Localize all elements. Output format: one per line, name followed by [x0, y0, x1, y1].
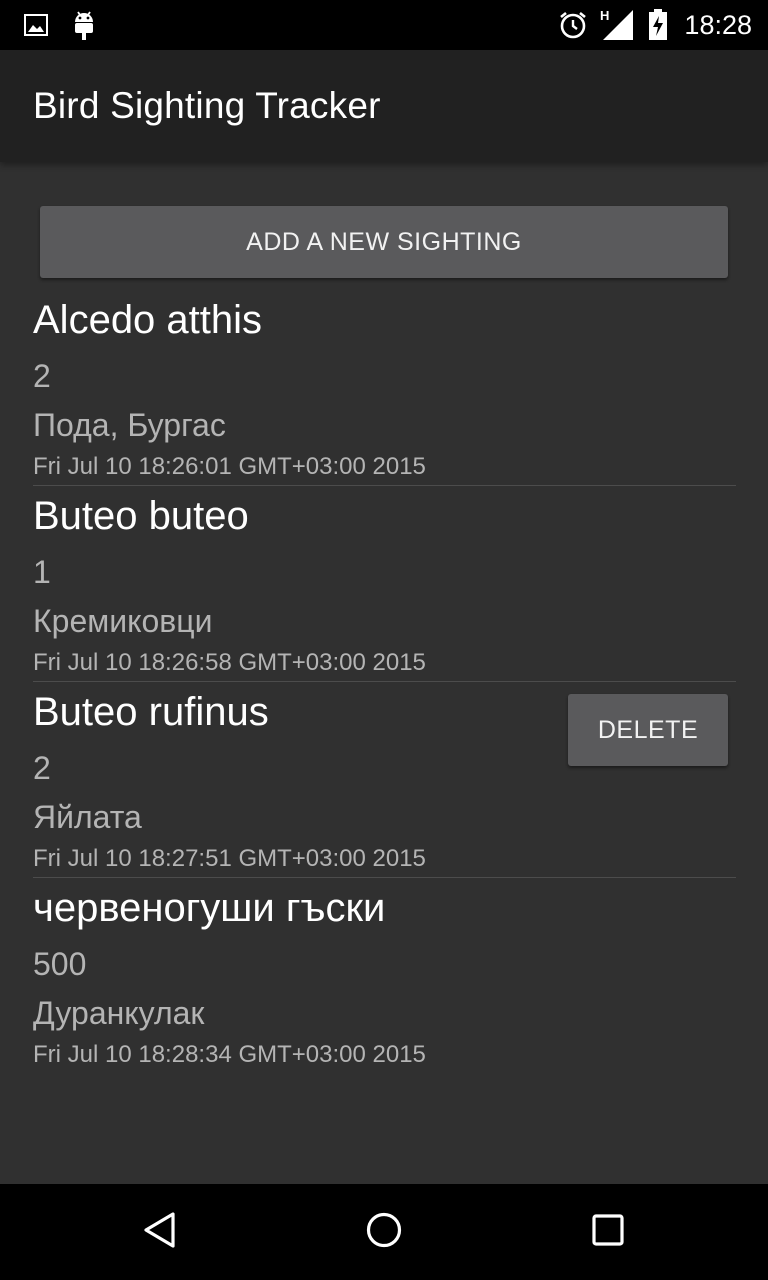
- status-time: 18:28: [684, 10, 752, 40]
- sighting-list-item[interactable]: Alcedo atthis 2 Пода, Бургас Fri Jul 10 …: [0, 292, 768, 488]
- sighting-list-item[interactable]: Buteo rufinus 2 Яйлата Fri Jul 10 18:27:…: [0, 684, 768, 880]
- delete-button[interactable]: DELETE: [568, 694, 728, 766]
- image-icon: [22, 0, 50, 50]
- sighting-location: Дуранкулак: [33, 995, 205, 1031]
- home-button[interactable]: [324, 1184, 444, 1280]
- recents-button[interactable]: [548, 1184, 668, 1280]
- sighting-date: Fri Jul 10 18:28:34 GMT+03:00 2015: [33, 1041, 426, 1068]
- alarm-icon: [556, 0, 590, 50]
- sighting-species: Alcedo atthis: [33, 298, 263, 342]
- list-divider: [33, 485, 736, 486]
- sighting-list-item[interactable]: Buteo buteo 1 Кремиковци Fri Jul 10 18:2…: [0, 488, 768, 684]
- list-divider: [33, 681, 736, 682]
- sighting-count: 2: [33, 750, 51, 786]
- app-title: Bird Sighting Tracker: [33, 85, 381, 126]
- sighting-location: Яйлата: [33, 799, 142, 835]
- battery-icon: [646, 0, 670, 50]
- sighting-location: Кремиковци: [33, 603, 213, 639]
- back-icon: [140, 1210, 180, 1255]
- recents-icon: [588, 1210, 628, 1255]
- signal-icon: H: [596, 0, 636, 50]
- sighting-count: 1: [33, 554, 51, 590]
- sighting-count: 2: [33, 358, 51, 394]
- navigation-bar: [0, 1184, 768, 1280]
- network-type-label: H: [600, 8, 610, 23]
- sighting-date: Fri Jul 10 18:27:51 GMT+03:00 2015: [33, 845, 426, 872]
- sighting-date: Fri Jul 10 18:26:58 GMT+03:00 2015: [33, 649, 426, 676]
- sighting-count: 500: [33, 946, 87, 982]
- home-icon: [364, 1210, 404, 1255]
- sighting-species: Buteo rufinus: [33, 690, 269, 734]
- status-bar: H 18:28: [0, 0, 768, 50]
- app-bar: Bird Sighting Tracker: [0, 50, 768, 162]
- sighting-location: Пода, Бургас: [33, 407, 226, 443]
- sighting-date: Fri Jul 10 18:26:01 GMT+03:00 2015: [33, 453, 426, 480]
- add-sighting-button[interactable]: ADD A NEW SIGHTING: [40, 206, 728, 278]
- sighting-list: Alcedo atthis 2 Пода, Бургас Fri Jul 10 …: [0, 292, 768, 1076]
- sighting-species: Buteo buteo: [33, 494, 249, 538]
- screen: H 18:28 Bird Sighting Tracker ADD A NEW …: [0, 0, 768, 1280]
- sighting-species: червеногуши гъски: [33, 886, 386, 930]
- back-button[interactable]: [100, 1184, 220, 1280]
- sighting-list-item[interactable]: червеногуши гъски 500 Дуранкулак Fri Jul…: [0, 880, 768, 1076]
- android-icon: [70, 0, 98, 50]
- list-divider: [33, 877, 736, 878]
